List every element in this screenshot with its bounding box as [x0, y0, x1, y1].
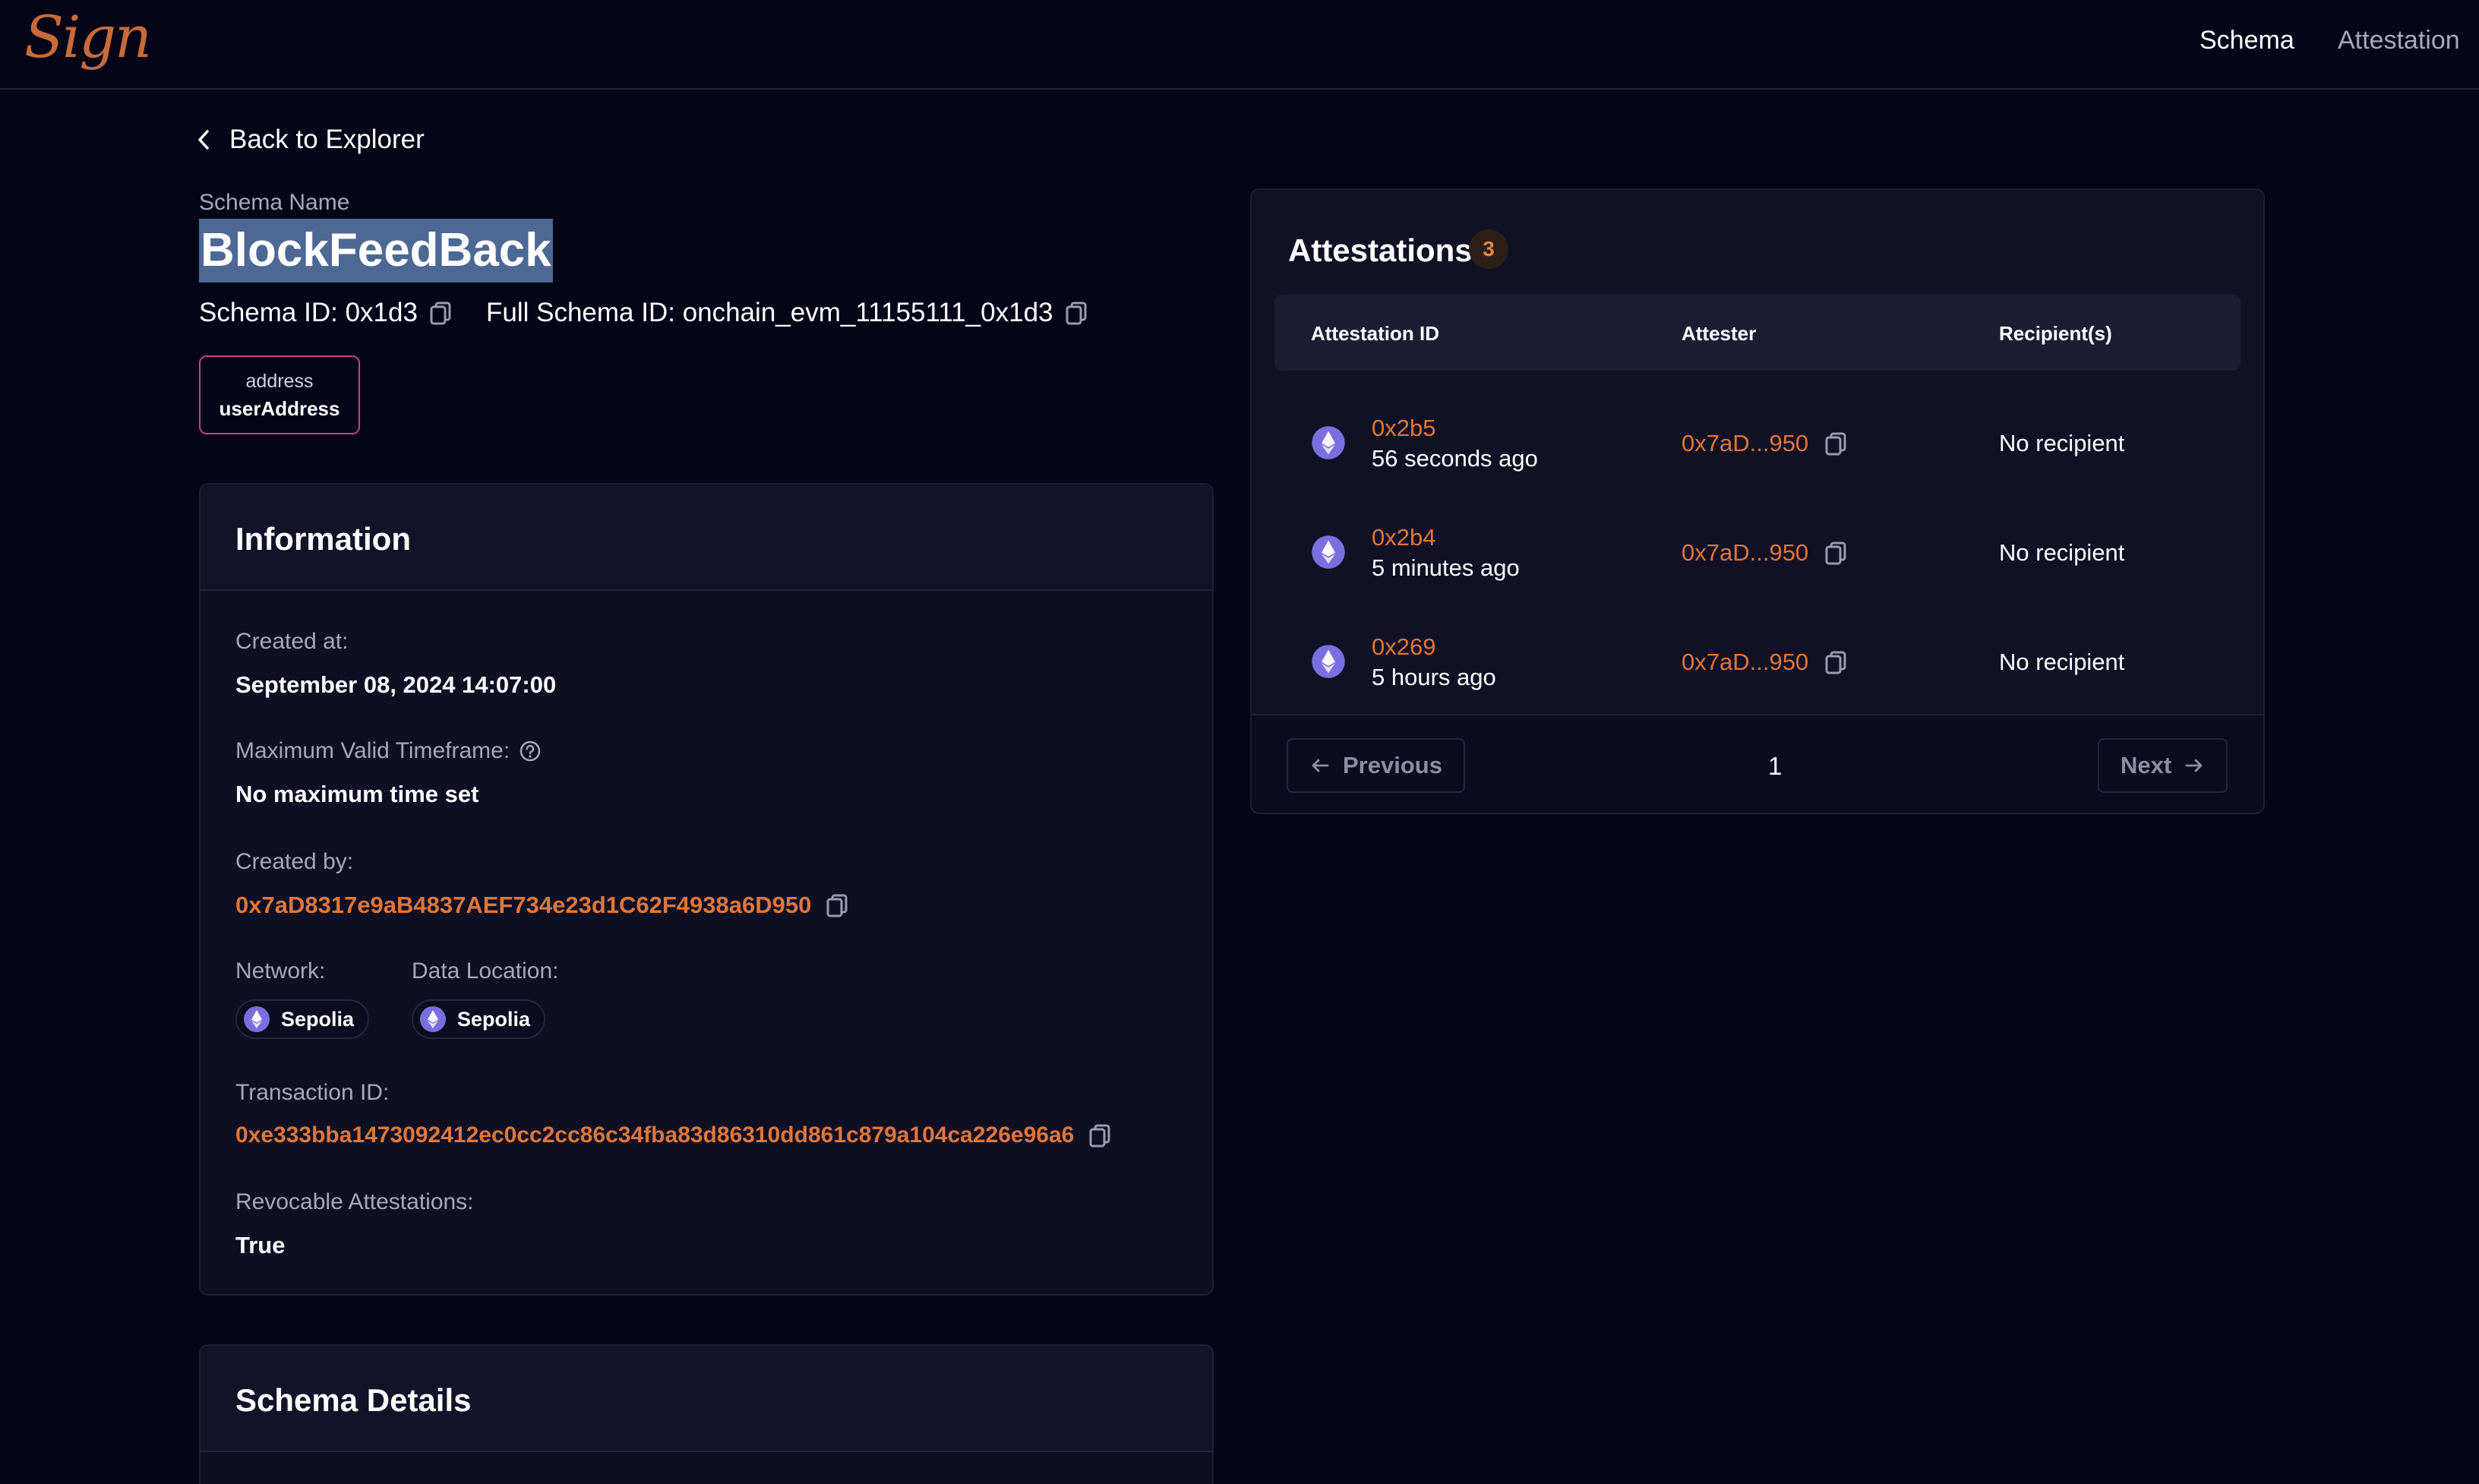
chevron-left-icon	[198, 130, 209, 150]
attestation-time: 56 seconds ago	[1372, 445, 1538, 472]
recipient-cell: No recipient	[1999, 649, 2125, 675]
attester-address[interactable]: 0x7aD...950	[1682, 430, 1808, 457]
revocable-label: Revocable Attestations:	[235, 1189, 474, 1214]
ethereum-icon	[420, 1006, 446, 1032]
arrow-right-icon	[2185, 759, 2203, 772]
network-value: Sepolia	[281, 1007, 355, 1031]
information-title: Information	[235, 521, 411, 557]
attester-cell: 0x7aD...950	[1682, 539, 1849, 567]
max-valid-timeframe-label: Maximum Valid Timeframe:	[235, 738, 510, 763]
back-label: Back to Explorer	[229, 125, 425, 154]
next-page-button[interactable]: Next	[2098, 738, 2228, 793]
revocable-value: True	[235, 1232, 286, 1258]
attestation-id-link[interactable]: 0x2b4	[1372, 524, 1435, 551]
previous-page-button[interactable]: Previous	[1287, 738, 1465, 793]
copy-icon[interactable]	[1088, 1122, 1113, 1148]
attestations-table-header: Attestation ID Attester Recipient(s)	[1274, 295, 2241, 371]
information-header: Information	[201, 485, 1212, 591]
schema-details-card: Schema Details	[199, 1344, 1214, 1484]
copy-icon[interactable]	[1824, 649, 1849, 675]
table-row[interactable]: 0x2b4 5 minutes ago 0x7aD...950 No recip…	[1274, 498, 2241, 608]
column-header-attester: Attester	[1682, 322, 1757, 345]
table-row[interactable]: 0x2b5 56 seconds ago 0x7aD...950 No reci…	[1274, 389, 2241, 498]
ethereum-icon	[1312, 535, 1345, 569]
copy-icon[interactable]	[428, 300, 454, 326]
nav-attestation-link[interactable]: Attestation	[2338, 26, 2460, 55]
network-pill: Sepolia	[235, 999, 370, 1039]
nav-schema-link[interactable]: Schema	[2200, 26, 2294, 55]
attestation-id-link[interactable]: 0x269	[1372, 633, 1435, 661]
information-card: Information Created at: September 08, 20…	[199, 483, 1214, 1296]
back-to-explorer-link[interactable]: Back to Explorer	[196, 125, 425, 155]
attestations-card: Attestations 3 Attestation ID Attester R…	[1250, 188, 2265, 814]
schema-id-text: Schema ID: 0x1d3	[199, 298, 418, 327]
help-circle-icon[interactable]	[519, 740, 542, 763]
recipient-cell: No recipient	[1999, 539, 2125, 566]
attester-cell: 0x7aD...950	[1682, 649, 1849, 676]
full-schema-id-text: Full Schema ID: onchain_evm_11155111_0x1…	[486, 298, 1053, 327]
attestation-time: 5 minutes ago	[1372, 554, 1520, 581]
schema-title: BlockFeedBack	[199, 219, 553, 283]
data-location-value: Sepolia	[457, 1007, 531, 1031]
copy-icon[interactable]	[1064, 300, 1090, 326]
copy-icon[interactable]	[825, 892, 851, 918]
attester-address[interactable]: 0x7aD...950	[1682, 649, 1808, 676]
ethereum-icon	[244, 1006, 270, 1032]
attestations-count-badge: 3	[1469, 229, 1508, 269]
transaction-id-label: Transaction ID:	[235, 1080, 390, 1105]
transaction-id-value[interactable]: 0xe333bba1473092412ec0cc2cc86c34fba83d86…	[235, 1122, 1074, 1148]
data-location-label: Data Location:	[412, 958, 559, 984]
schema-details-header: Schema Details	[201, 1346, 1212, 1452]
top-navigation-bar: Sign Schema Attestation	[0, 0, 2479, 90]
recipient-cell: No recipient	[1999, 430, 2125, 456]
current-page-number: 1	[1768, 752, 1783, 780]
field-name: userAddress	[219, 397, 340, 420]
ethereum-icon	[1312, 645, 1345, 678]
table-row[interactable]: 0x269 5 hours ago 0x7aD...950 No recipie…	[1274, 608, 2241, 717]
field-type: address	[245, 371, 314, 392]
max-valid-timeframe-label-row: Maximum Valid Timeframe:	[235, 738, 542, 764]
attestation-id-link[interactable]: 0x2b5	[1372, 415, 1435, 442]
data-location-pill: Sepolia	[412, 999, 546, 1039]
created-by-row: 0x7aD8317e9aB4837AEF734e23d1C62F4938a6D9…	[235, 892, 851, 919]
network-label: Network:	[235, 958, 326, 984]
created-by-label: Created by:	[235, 849, 354, 874]
column-header-recipients: Recipient(s)	[1999, 322, 2112, 345]
arrow-left-icon	[1312, 759, 1329, 772]
column-header-attestation-id: Attestation ID	[1311, 322, 1439, 345]
created-at-label: Created at:	[235, 629, 349, 654]
copy-icon[interactable]	[1824, 540, 1849, 566]
attestation-time: 5 hours ago	[1372, 664, 1496, 690]
schema-details-title: Schema Details	[235, 1382, 472, 1418]
attester-cell: 0x7aD...950	[1682, 430, 1849, 457]
next-label: Next	[2121, 752, 2172, 778]
previous-label: Previous	[1343, 752, 1442, 778]
transaction-id-row: 0xe333bba1473092412ec0cc2cc86c34fba83d86…	[235, 1122, 1113, 1148]
schema-name-label: Schema Name	[199, 190, 350, 215]
created-at-value: September 08, 2024 14:07:00	[235, 671, 557, 698]
max-valid-timeframe-value: No maximum time set	[235, 781, 479, 807]
created-by-address[interactable]: 0x7aD8317e9aB4837AEF734e23d1C62F4938a6D9…	[235, 892, 811, 919]
pagination-bar: Previous 1 Next	[1252, 714, 2263, 813]
schema-field-chip: address userAddress	[199, 355, 360, 434]
attestations-title: Attestations	[1288, 232, 1473, 268]
copy-icon[interactable]	[1824, 431, 1849, 456]
attester-address[interactable]: 0x7aD...950	[1682, 539, 1808, 567]
full-schema-id-row: Full Schema ID: onchain_evm_11155111_0x1…	[486, 298, 1090, 328]
ethereum-icon	[1312, 426, 1345, 459]
schema-id-row: Schema ID: 0x1d3	[199, 298, 454, 328]
sign-logo[interactable]: Sign	[24, 3, 152, 71]
